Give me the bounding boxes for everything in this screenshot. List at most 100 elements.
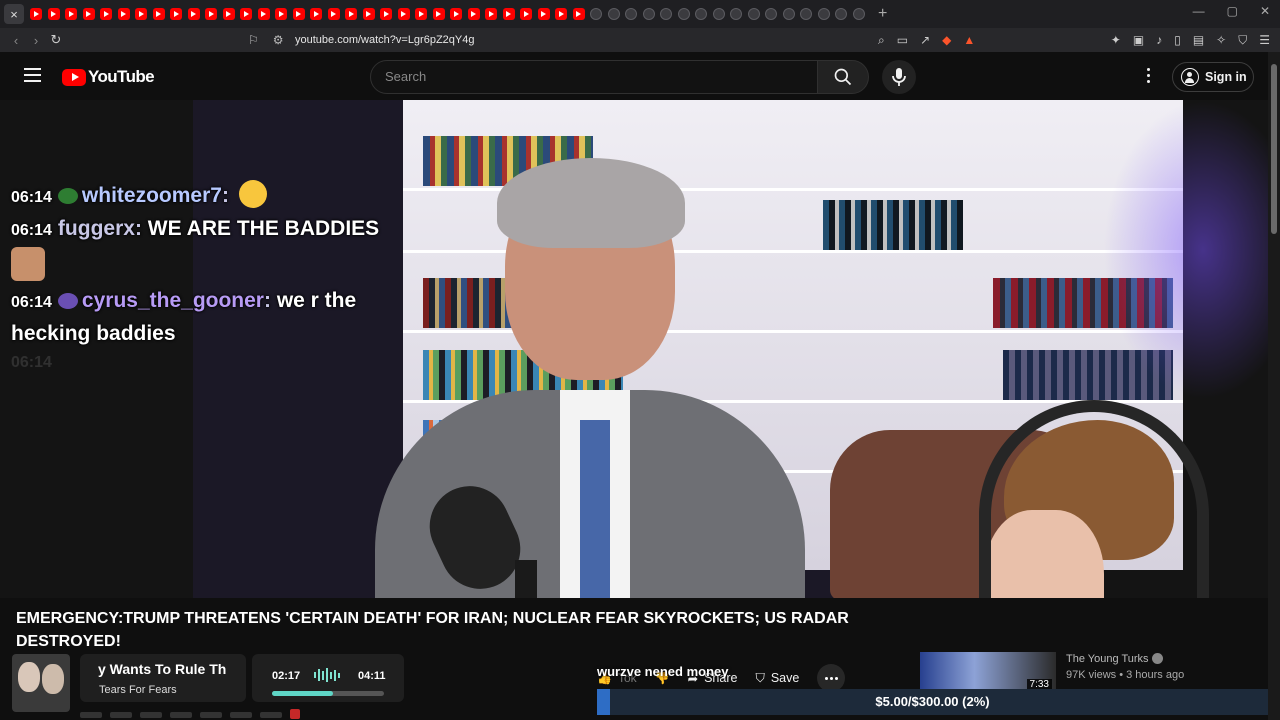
zoom-icon[interactable]: ⌕ — [878, 33, 885, 48]
site-tab-favicon-icon[interactable] — [642, 8, 655, 20]
taskbar-strip — [80, 708, 420, 720]
song-title: y Wants To Rule Th — [98, 661, 227, 677]
site-tab-favicon-icon[interactable] — [677, 8, 690, 20]
search-button[interactable] — [817, 60, 869, 94]
maximize-icon[interactable]: ▢ — [1227, 4, 1238, 18]
video-player[interactable]: 06:14 whitezoomer7: 06:14 fuggerx: WE ARE … — [0, 100, 1268, 598]
voice-search-button[interactable] — [882, 60, 916, 94]
youtube-tab-favicon-icon[interactable] — [572, 8, 585, 20]
youtube-tab-favicon-icon[interactable] — [275, 8, 287, 20]
site-tab-favicon-icon[interactable] — [712, 8, 725, 20]
youtube-tab-favicon-icon[interactable] — [240, 8, 252, 20]
site-tab-favicon-icon[interactable] — [590, 8, 602, 20]
album-art — [12, 654, 70, 712]
account-icon — [1181, 68, 1199, 86]
site-tab-favicon-icon[interactable] — [800, 8, 812, 20]
cast-icon[interactable]: ▭ — [897, 33, 908, 48]
youtube-tab-favicon-icon[interactable] — [327, 8, 340, 20]
youtube-tab-favicon-icon[interactable] — [345, 8, 357, 20]
recommended-video-thumbnail[interactable]: 7:33 — [920, 652, 1056, 692]
site-tab-favicon-icon[interactable] — [607, 8, 620, 20]
youtube-tab-favicon-icon[interactable] — [187, 8, 200, 20]
recommended-channel[interactable]: The Young Turks — [1066, 653, 1163, 665]
site-tab-favicon-icon[interactable] — [625, 8, 637, 20]
youtube-tab-favicon-icon[interactable] — [170, 8, 182, 20]
youtube-tab-favicon-icon[interactable] — [47, 8, 60, 20]
hamburger-menu-icon[interactable] — [24, 68, 41, 82]
settings-kebab-icon[interactable] — [1144, 68, 1152, 86]
brave-rewards-icon[interactable]: ▲ — [963, 33, 975, 48]
site-tab-favicon-icon[interactable] — [765, 8, 777, 20]
youtube-tab-favicon-icon[interactable] — [100, 8, 112, 20]
youtube-tab-favicon-icon[interactable] — [537, 8, 550, 20]
music-icon[interactable]: ♪ — [1156, 33, 1162, 48]
scroll-thumb[interactable] — [1271, 64, 1277, 234]
active-tab-close-button[interactable]: × — [4, 4, 24, 24]
more-actions-button[interactable] — [817, 664, 846, 692]
screenshot-icon[interactable]: ▣ — [1133, 33, 1144, 48]
site-tab-favicon-icon[interactable] — [660, 8, 672, 20]
youtube-tab-favicon-icon[interactable] — [520, 8, 532, 20]
site-tab-favicon-icon[interactable] — [835, 8, 847, 20]
youtube-tab-favicon-icon[interactable] — [205, 8, 217, 20]
share-page-icon[interactable]: ↗ — [920, 33, 930, 48]
save-button[interactable]: ⛉ Save — [755, 664, 799, 692]
site-tab-favicon-icon[interactable] — [747, 8, 760, 20]
extensions-icon[interactable]: ✦ — [1111, 33, 1121, 48]
chat-text: we r the — [276, 289, 357, 313]
site-tab-favicon-icon[interactable] — [695, 8, 707, 20]
wallet-icon[interactable]: ▤ — [1193, 33, 1204, 48]
forward-icon[interactable]: › — [26, 33, 46, 48]
site-tab-favicon-icon[interactable] — [817, 8, 830, 20]
youtube-tab-favicon-icon[interactable] — [152, 8, 165, 20]
url-text[interactable]: youtube.com/watch?v=Lgr6pZ2qY4g — [295, 34, 474, 46]
youtube-tab-favicon-icon[interactable] — [257, 8, 270, 20]
youtube-tab-favicon-icon[interactable] — [292, 8, 305, 20]
brave-taskbar-icon[interactable] — [290, 709, 300, 719]
menu-icon[interactable]: ☰ — [1259, 33, 1270, 48]
search-icon — [834, 68, 852, 86]
close-window-icon[interactable]: ✕ — [1260, 4, 1270, 18]
youtube-tab-favicon-icon[interactable] — [30, 8, 42, 20]
youtube-tab-favicon-icon[interactable] — [380, 8, 392, 20]
youtube-tab-favicon-icon[interactable] — [397, 8, 410, 20]
site-info-icon[interactable]: ⚙ — [273, 33, 284, 47]
new-tab-button[interactable]: + — [878, 5, 887, 23]
donation-goal-text: $5.00/$300.00 (2%) — [875, 694, 990, 709]
brave-shield-icon[interactable]: ◆ — [942, 33, 951, 48]
site-tab-favicon-icon[interactable] — [852, 8, 865, 20]
chat-text: WE ARE THE BADDIES — [147, 216, 380, 240]
youtube-tab-favicon-icon[interactable] — [117, 8, 130, 20]
youtube-tab-favicon-icon[interactable] — [555, 8, 567, 20]
youtube-tab-favicon-icon[interactable] — [310, 8, 322, 20]
minimize-icon[interactable]: — — [1193, 4, 1205, 18]
youtube-tab-favicon-icon[interactable] — [432, 8, 445, 20]
vpn-icon[interactable]: ⛉ — [1238, 33, 1247, 48]
leo-icon[interactable]: ✧ — [1216, 33, 1226, 48]
window-controls: — ▢ ✕ — [1193, 4, 1270, 18]
youtube-tab-favicon-icon[interactable] — [502, 8, 515, 20]
youtube-logo[interactable]: YouTube — [62, 67, 155, 87]
channel-name: The Young Turks — [1066, 653, 1149, 665]
back-icon[interactable]: ‹ — [6, 33, 26, 48]
site-tab-favicon-icon[interactable] — [730, 8, 742, 20]
song-progress-bar[interactable] — [272, 691, 384, 696]
youtube-tab-favicon-icon[interactable] — [222, 8, 235, 20]
reload-icon[interactable]: ↻ — [46, 32, 66, 48]
youtube-tab-favicon-icon[interactable] — [485, 8, 497, 20]
chat-text-continuation: hecking baddies — [11, 321, 176, 345]
page-scrollbar[interactable] — [1268, 52, 1280, 720]
bookmark-icon[interactable]: ⚐ — [248, 33, 259, 47]
search-input[interactable] — [385, 69, 805, 84]
sign-in-button[interactable]: Sign in — [1172, 62, 1254, 92]
youtube-tab-favicon-icon[interactable] — [362, 8, 375, 20]
youtube-tab-favicon-icon[interactable] — [450, 8, 462, 20]
youtube-tab-favicon-icon[interactable] — [415, 8, 427, 20]
youtube-play-icon — [62, 68, 86, 86]
youtube-tab-favicon-icon[interactable] — [82, 8, 95, 20]
youtube-tab-favicon-icon[interactable] — [135, 8, 147, 20]
youtube-tab-favicon-icon[interactable] — [467, 8, 480, 20]
sidebar-icon[interactable]: ▯ — [1174, 33, 1181, 48]
youtube-tab-favicon-icon[interactable] — [65, 8, 77, 20]
site-tab-favicon-icon[interactable] — [782, 8, 795, 20]
